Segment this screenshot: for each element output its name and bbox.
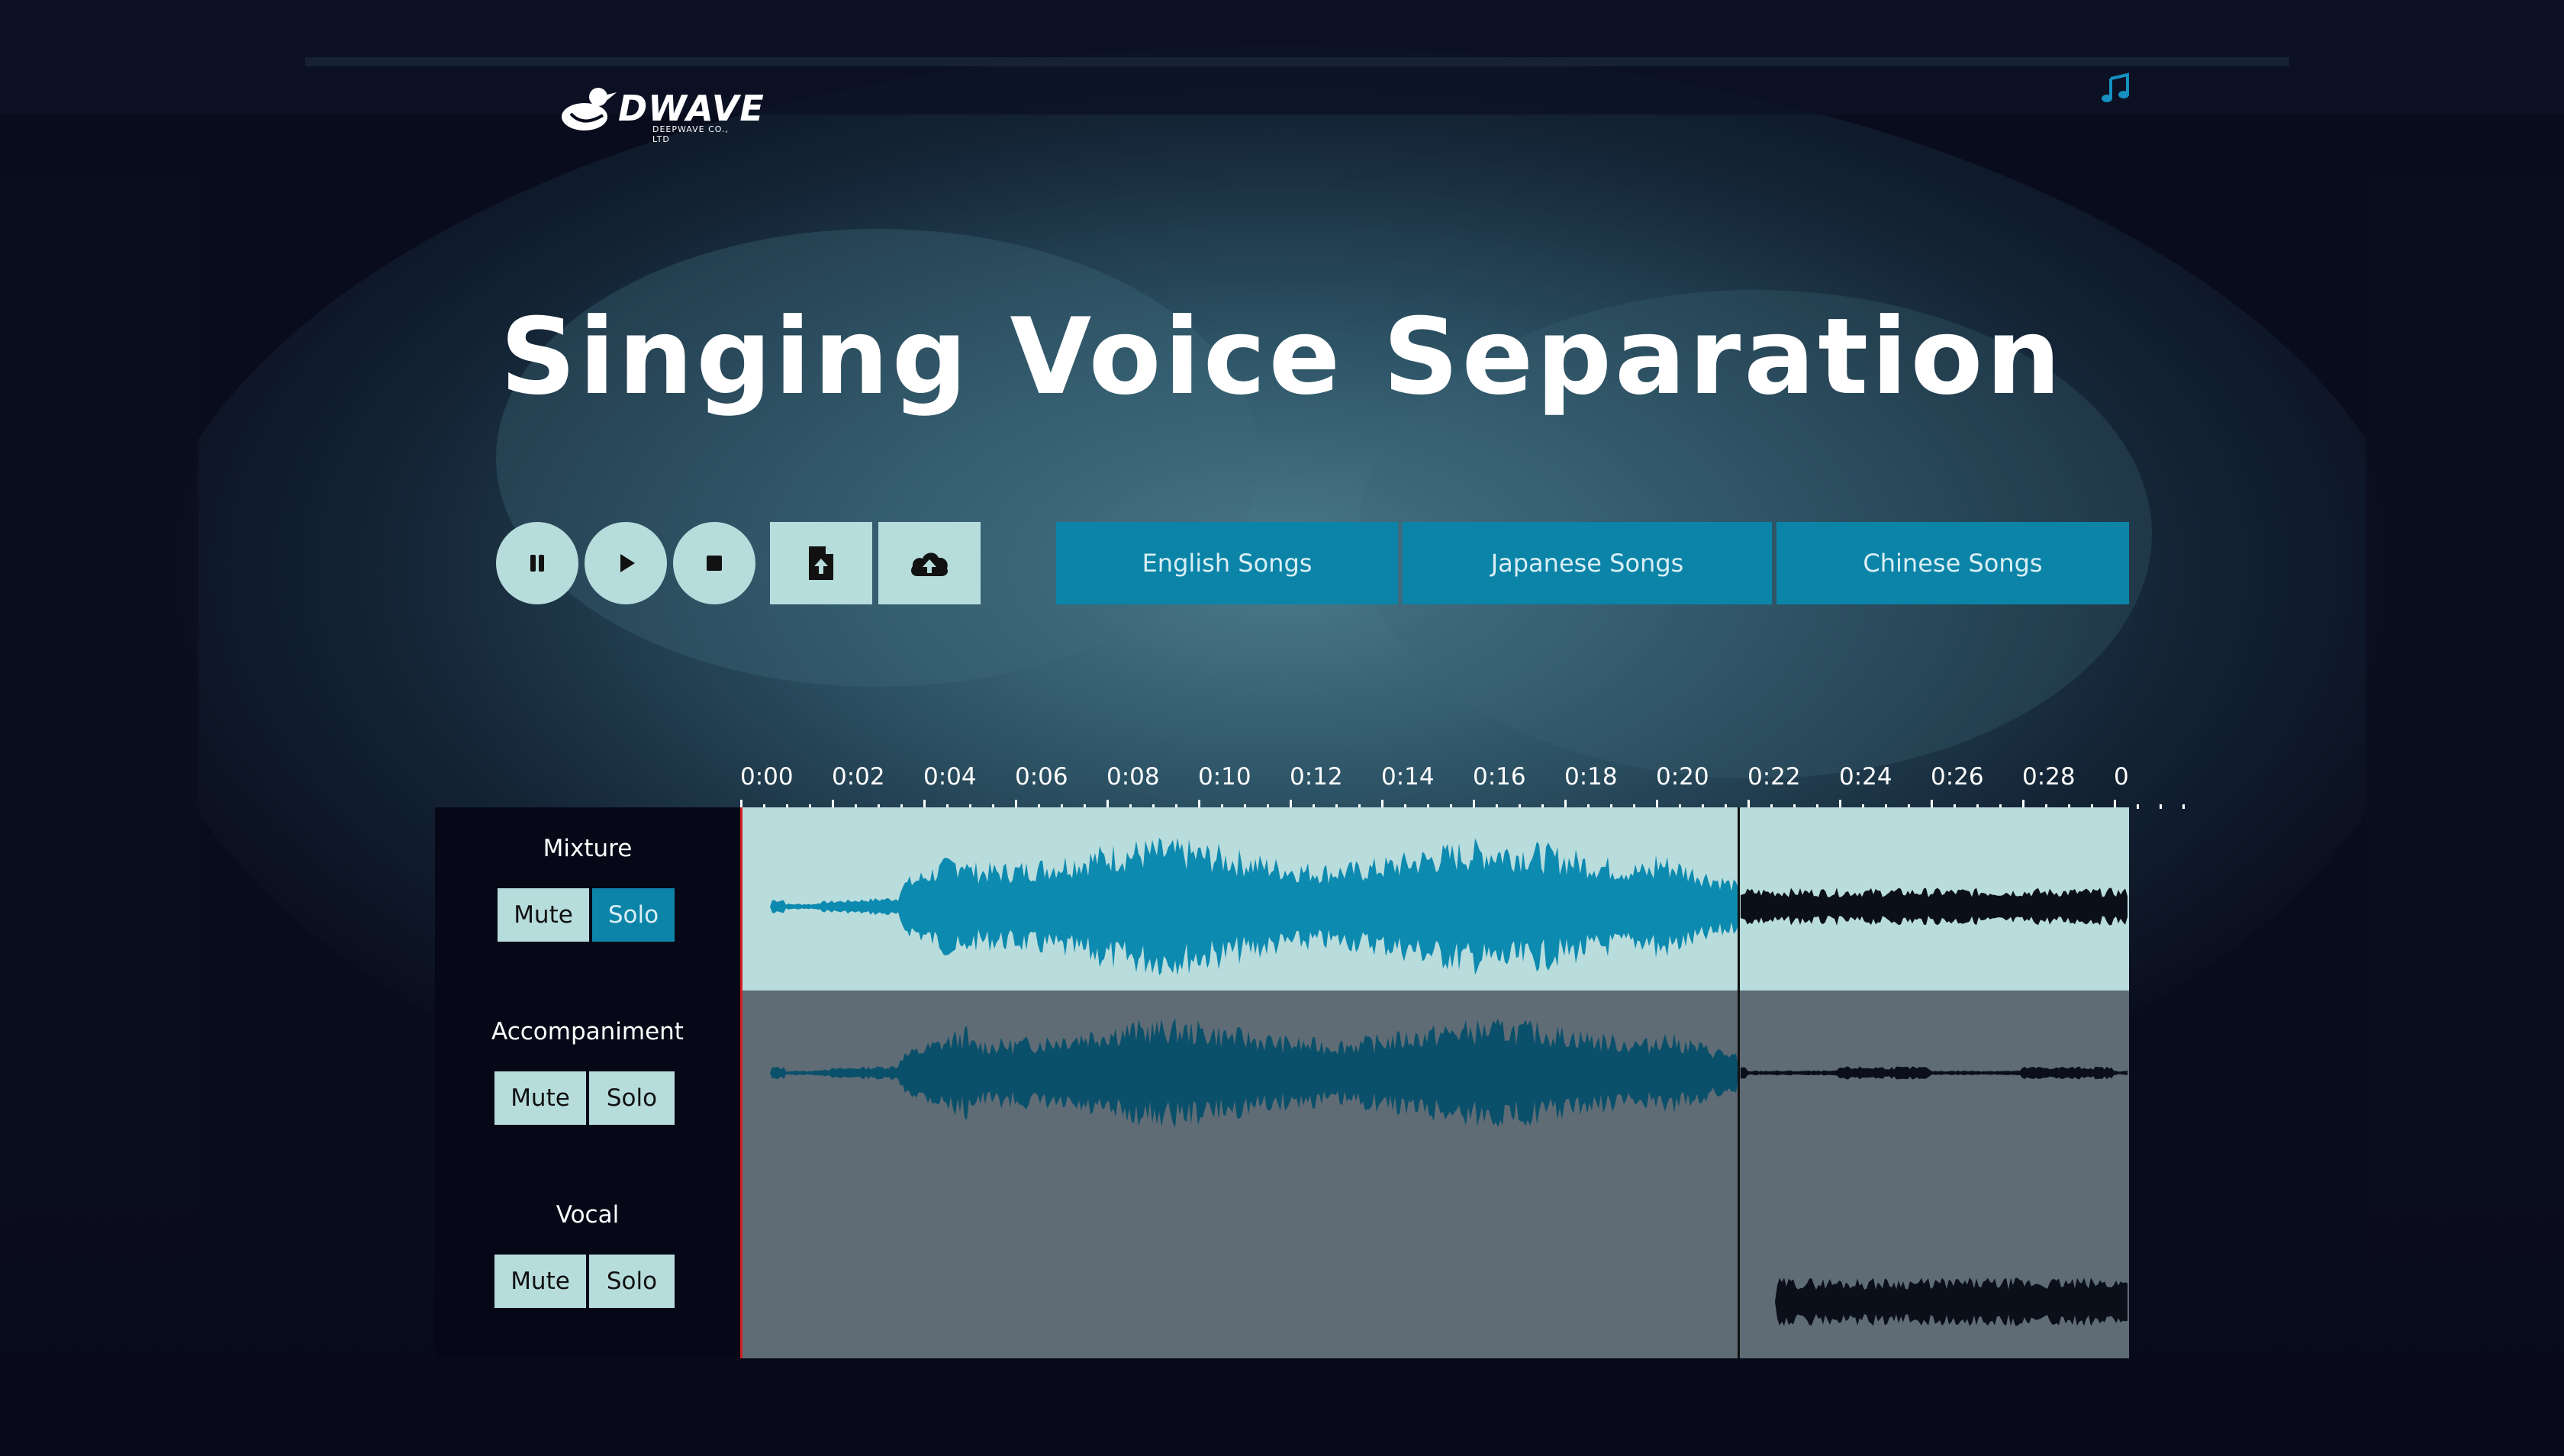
timeline-tick-label: 0:26 (1931, 763, 1984, 791)
timeline-tick-mark (2182, 804, 2185, 809)
timeline-tick-label: 0:28 (2022, 763, 2076, 791)
accompaniment-mute-button[interactable]: Mute (494, 1071, 586, 1125)
waveform-area[interactable] (740, 807, 2129, 1358)
timeline-tick-label: 0:14 (1381, 763, 1435, 791)
vocal-waveform[interactable] (740, 1174, 2129, 1358)
timeline-tick-label: 0:22 (1747, 763, 1801, 791)
timeline-tick-mark (2137, 804, 2139, 809)
music-note-icon[interactable] (2100, 72, 2132, 105)
tab-english-songs[interactable]: English Songs (1056, 522, 1398, 604)
timeline-tick-label: 0:08 (1106, 763, 1160, 791)
dwave-logo[interactable]: DWAVE DEEPWAVE CO., LTD (557, 80, 764, 144)
play-icon (620, 554, 635, 572)
stop-icon (707, 556, 722, 571)
mixture-mute-button[interactable]: Mute (498, 888, 589, 942)
cloud-upload-button[interactable] (878, 522, 981, 604)
cloud-upload-icon (911, 552, 949, 576)
timeline-tick-label: 0:02 (832, 763, 885, 791)
timeline-tick-mark (2160, 804, 2162, 809)
file-upload-icon (809, 546, 833, 580)
track-controls-panel: Mixture Mute Solo Accompaniment Mute Sol… (435, 807, 740, 1358)
pause-button[interactable] (496, 522, 578, 604)
tab-chinese-songs[interactable]: Chinese Songs (1776, 522, 2129, 604)
logo-subtitle: DEEPWAVE CO., LTD (652, 124, 729, 144)
timeline-tick-label: 0:16 (1473, 763, 1526, 791)
playhead-cursor[interactable] (1738, 807, 1740, 1358)
play-button[interactable] (585, 522, 667, 604)
timeline-tick-label: 0 (2114, 763, 2129, 791)
duck-logo-icon (562, 88, 617, 130)
waveform-shape (1741, 887, 2128, 926)
stop-button[interactable] (673, 522, 755, 604)
track-name-mixture: Mixture (543, 835, 633, 862)
lane-background (740, 1174, 2129, 1358)
pause-icon (530, 555, 544, 572)
timeline-tick-label: 0:10 (1198, 763, 1251, 791)
tab-japanese-songs[interactable]: Japanese Songs (1403, 522, 1772, 604)
vocal-solo-button[interactable]: Solo (589, 1255, 675, 1308)
logo-wordmark: DWAVE (618, 88, 765, 129)
vocal-mute-button[interactable]: Mute (494, 1255, 586, 1308)
timeline-tick-label: 0:18 (1564, 763, 1618, 791)
upload-file-button[interactable] (770, 522, 872, 604)
mixture-waveform[interactable] (740, 807, 2129, 991)
page-title: Singing Voice Separation (500, 295, 2064, 418)
track-start-marker (740, 807, 742, 1358)
timeline-tick-label: 0:24 (1839, 763, 1892, 791)
mixture-solo-button[interactable]: Solo (592, 888, 675, 942)
timeline-ruler[interactable]: 0:00 0:02 0:04 0:06 0:08 0:10 0:12 0:14 0:16 0:18… (0, 763, 2564, 809)
timeline-tick-label: 0:20 (1656, 763, 1709, 791)
timeline-tick-label: 0:06 (1015, 763, 1068, 791)
timeline-tick-label: 0:00 (740, 763, 794, 791)
accompaniment-solo-button[interactable]: Solo (589, 1071, 675, 1125)
track-name-accompaniment: Accompaniment (491, 1018, 684, 1045)
accompaniment-waveform[interactable] (740, 991, 2129, 1174)
timeline-tick-label: 0:12 (1290, 763, 1343, 791)
timeline-tick-label: 0:04 (923, 763, 977, 791)
page-root: DWAVE DEEPWAVE CO., LTD Singing Voice Se… (0, 0, 2564, 1456)
track-name-vocal: Vocal (556, 1201, 620, 1229)
